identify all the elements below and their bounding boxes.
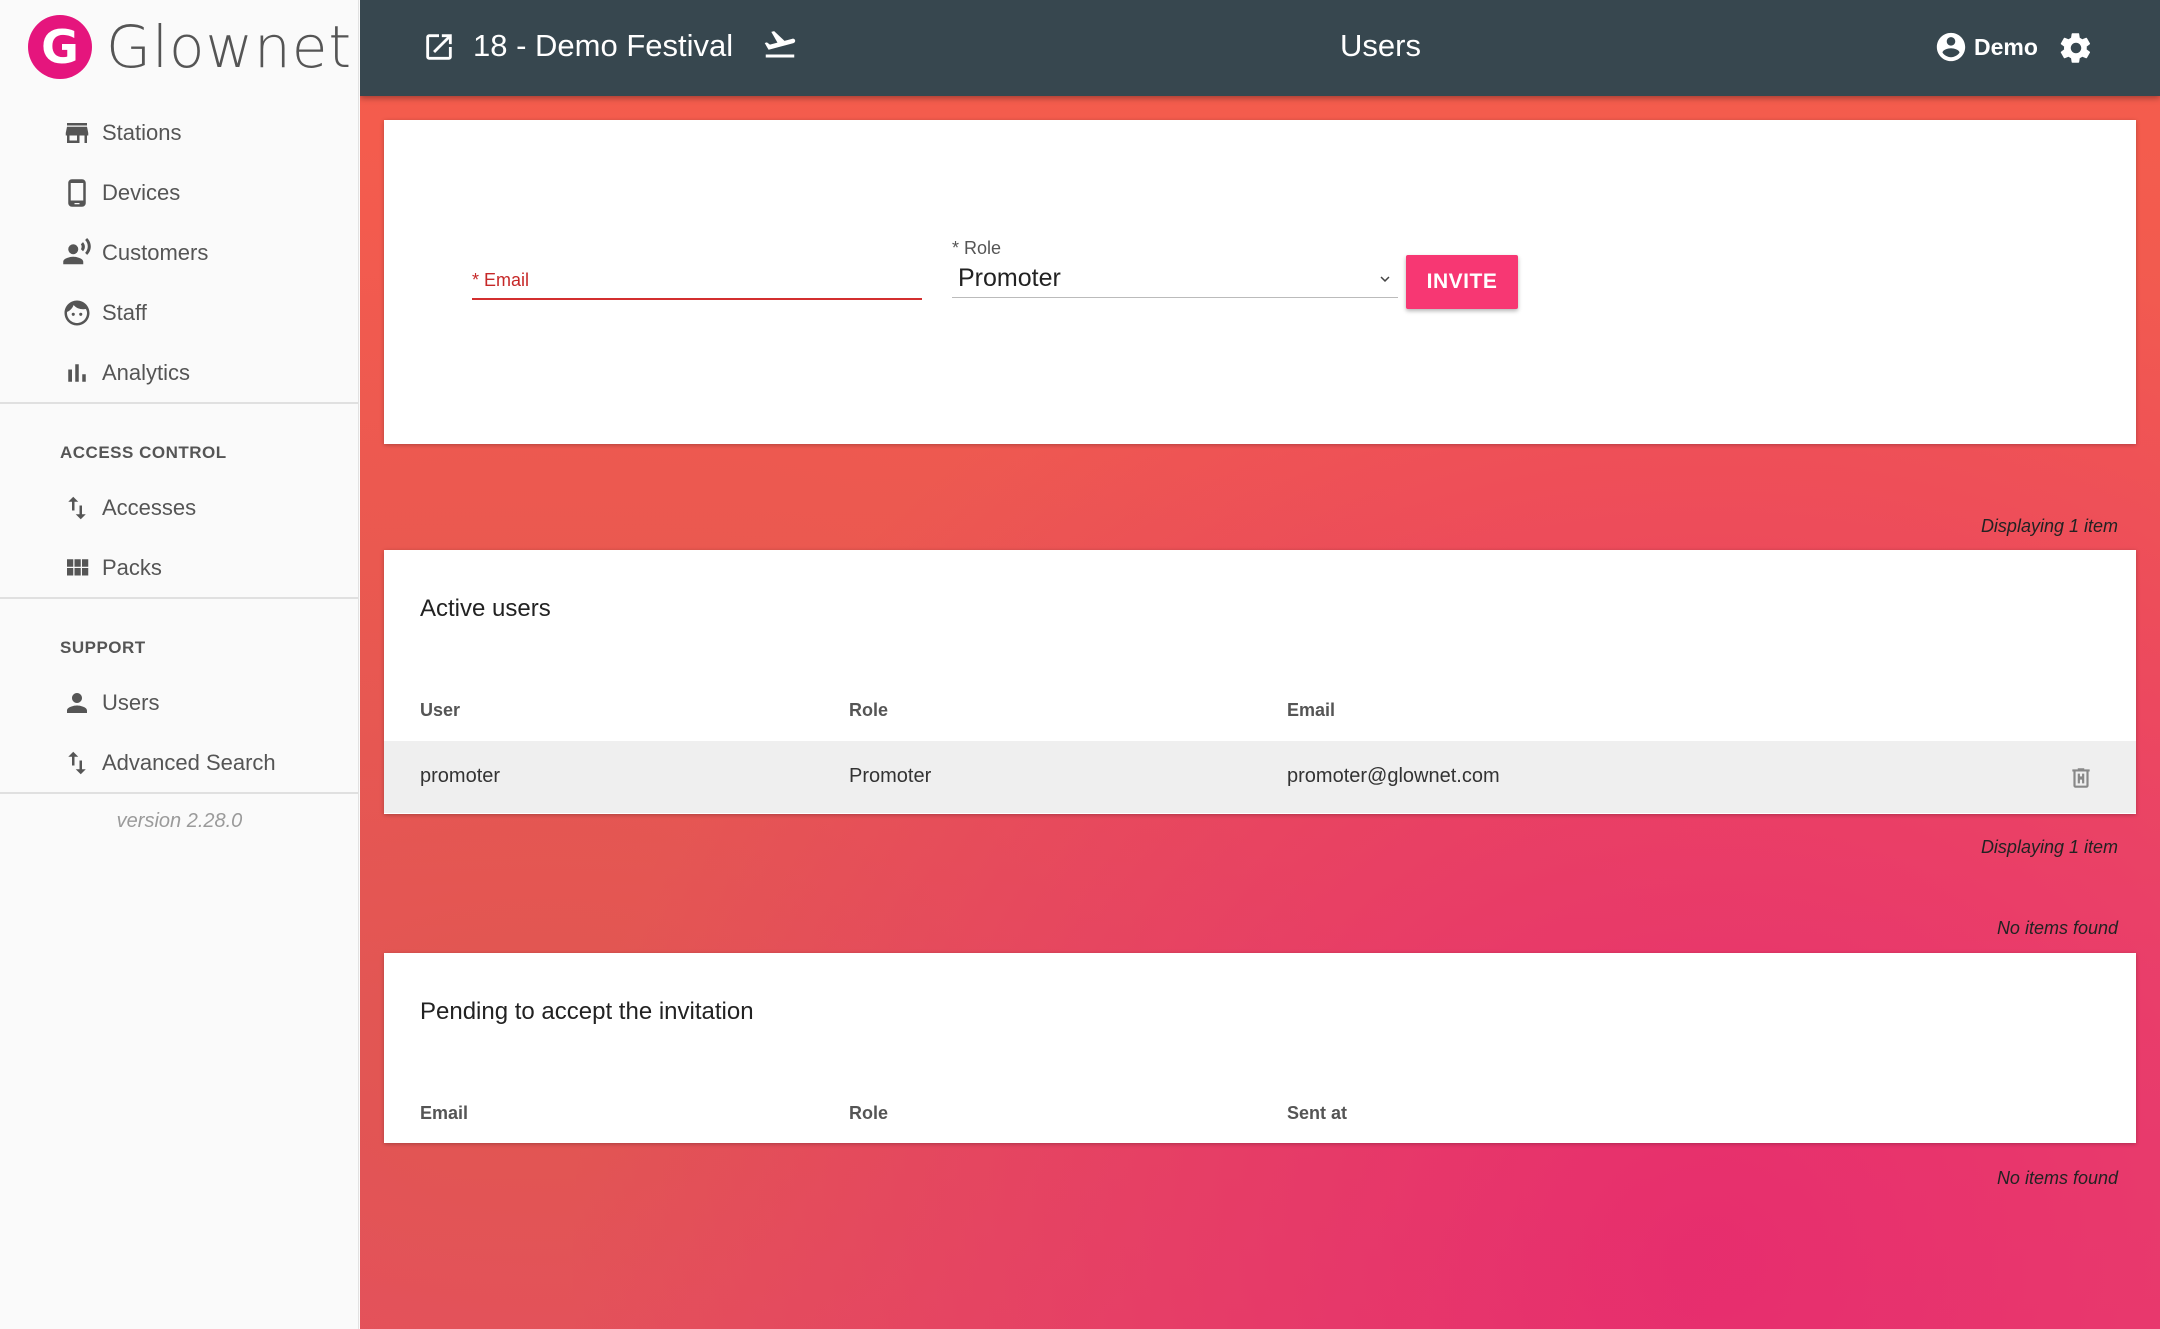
sidebar-item-label: Staff [102,300,147,325]
email-field-label: * Email [472,270,529,291]
gear-icon[interactable] [2058,30,2094,66]
sidebar-item-label: Devices [102,180,181,205]
section-title-support: SUPPORT [60,638,146,657]
sidebar-divider [0,402,358,404]
email-field[interactable] [472,298,922,300]
grid-icon [60,551,94,585]
column-header-email[interactable]: Email [420,1103,468,1124]
sidebar-item-label: Customers [102,240,209,265]
sidebar-item-label: Analytics [102,360,191,385]
email-label-text: Email [484,270,530,290]
column-header-role[interactable]: Role [849,700,888,721]
cell-email: promoter@glownet.com [1287,765,1500,787]
sidebar-item-label: Advanced Search [102,750,276,775]
swap-vertical-icon [60,491,94,525]
main-content: 18 - Demo Festival Users Demo * Email * … [360,0,2160,1329]
pending-count: No items found [1996,918,2118,938]
sidebar-item-analytics[interactable]: Analytics [60,353,190,393]
sidebar-item-packs[interactable]: Packs [60,548,162,588]
role-field-label: * Role [952,238,1001,259]
customers-icon [60,236,94,270]
sidebar-item-label: Stations [102,120,182,145]
logo[interactable]: G Glownet [28,13,353,81]
column-header-role[interactable]: Role [849,1103,888,1124]
bar-chart-icon [60,356,94,390]
role-select[interactable]: Promoter [952,260,1398,298]
sidebar: G Glownet Stations Devices Customers Sta… [0,0,359,1329]
sidebar-item-devices[interactable]: Devices [60,173,180,213]
section-title-access-control: ACCESS CONTROL [60,443,227,462]
sidebar-item-customers[interactable]: Customers [60,233,208,273]
delete-icon[interactable] [2068,765,2094,791]
swap-vertical-icon [60,746,94,780]
column-header-email[interactable]: Email [1287,700,1335,721]
active-users-count: Displaying 1 item [1980,516,2118,536]
sidebar-item-staff[interactable]: Staff [60,293,147,333]
account-circle-icon[interactable] [1934,30,1968,64]
chevron-down-icon [1380,276,1390,282]
brand-name: Glownet [106,13,353,81]
pending-invitations-card: Pending to accept the invitation Email R… [384,953,2136,1143]
pending-footer-count: No items found [1996,1168,2118,1188]
active-users-footer-count: Displaying 1 item [1980,837,2118,857]
topbar: 18 - Demo Festival Users Demo [360,0,2160,96]
sidebar-item-users[interactable]: Users [60,683,159,723]
active-users-title: Active users [420,595,551,622]
table-row[interactable]: promoter Promoter promoter@glownet.com [384,741,2136,813]
flight-takeoff-icon[interactable] [762,26,798,62]
sidebar-item-label: Users [102,690,160,715]
active-users-card: Active users User Role Email promoter Pr… [384,550,2136,814]
sidebar-divider [0,597,358,599]
cell-role: Promoter [849,765,932,787]
page-title: Users [1340,28,1421,63]
invite-card: * Email * Role Promoter INVITE [384,120,2136,444]
sidebar-divider [0,792,358,794]
event-title[interactable]: 18 - Demo Festival [473,28,733,64]
sidebar-item-accesses[interactable]: Accesses [60,488,196,528]
store-icon [60,116,94,150]
column-header-user[interactable]: User [420,700,460,721]
user-name[interactable]: Demo [1974,34,2038,61]
sidebar-item-label: Accesses [102,495,197,520]
sidebar-item-stations[interactable]: Stations [60,113,182,153]
sidebar-item-advanced-search[interactable]: Advanced Search [60,743,276,783]
glownet-logo-icon: G [28,15,92,79]
cell-user: promoter [420,765,501,787]
open-in-new-icon[interactable] [422,30,456,64]
role-label-text: Role [964,238,1002,258]
invite-button[interactable]: INVITE [1406,255,1518,309]
role-select-value: Promoter [958,264,1061,292]
required-mark: * [952,238,960,258]
required-mark: * [472,270,480,290]
phone-icon [60,176,94,210]
version-text: version 2.28.0 [116,810,243,832]
column-header-sent-at[interactable]: Sent at [1287,1103,1347,1124]
sidebar-item-label: Packs [102,555,162,580]
pending-title: Pending to accept the invitation [420,998,754,1025]
face-icon [60,296,94,330]
person-icon [60,686,94,720]
